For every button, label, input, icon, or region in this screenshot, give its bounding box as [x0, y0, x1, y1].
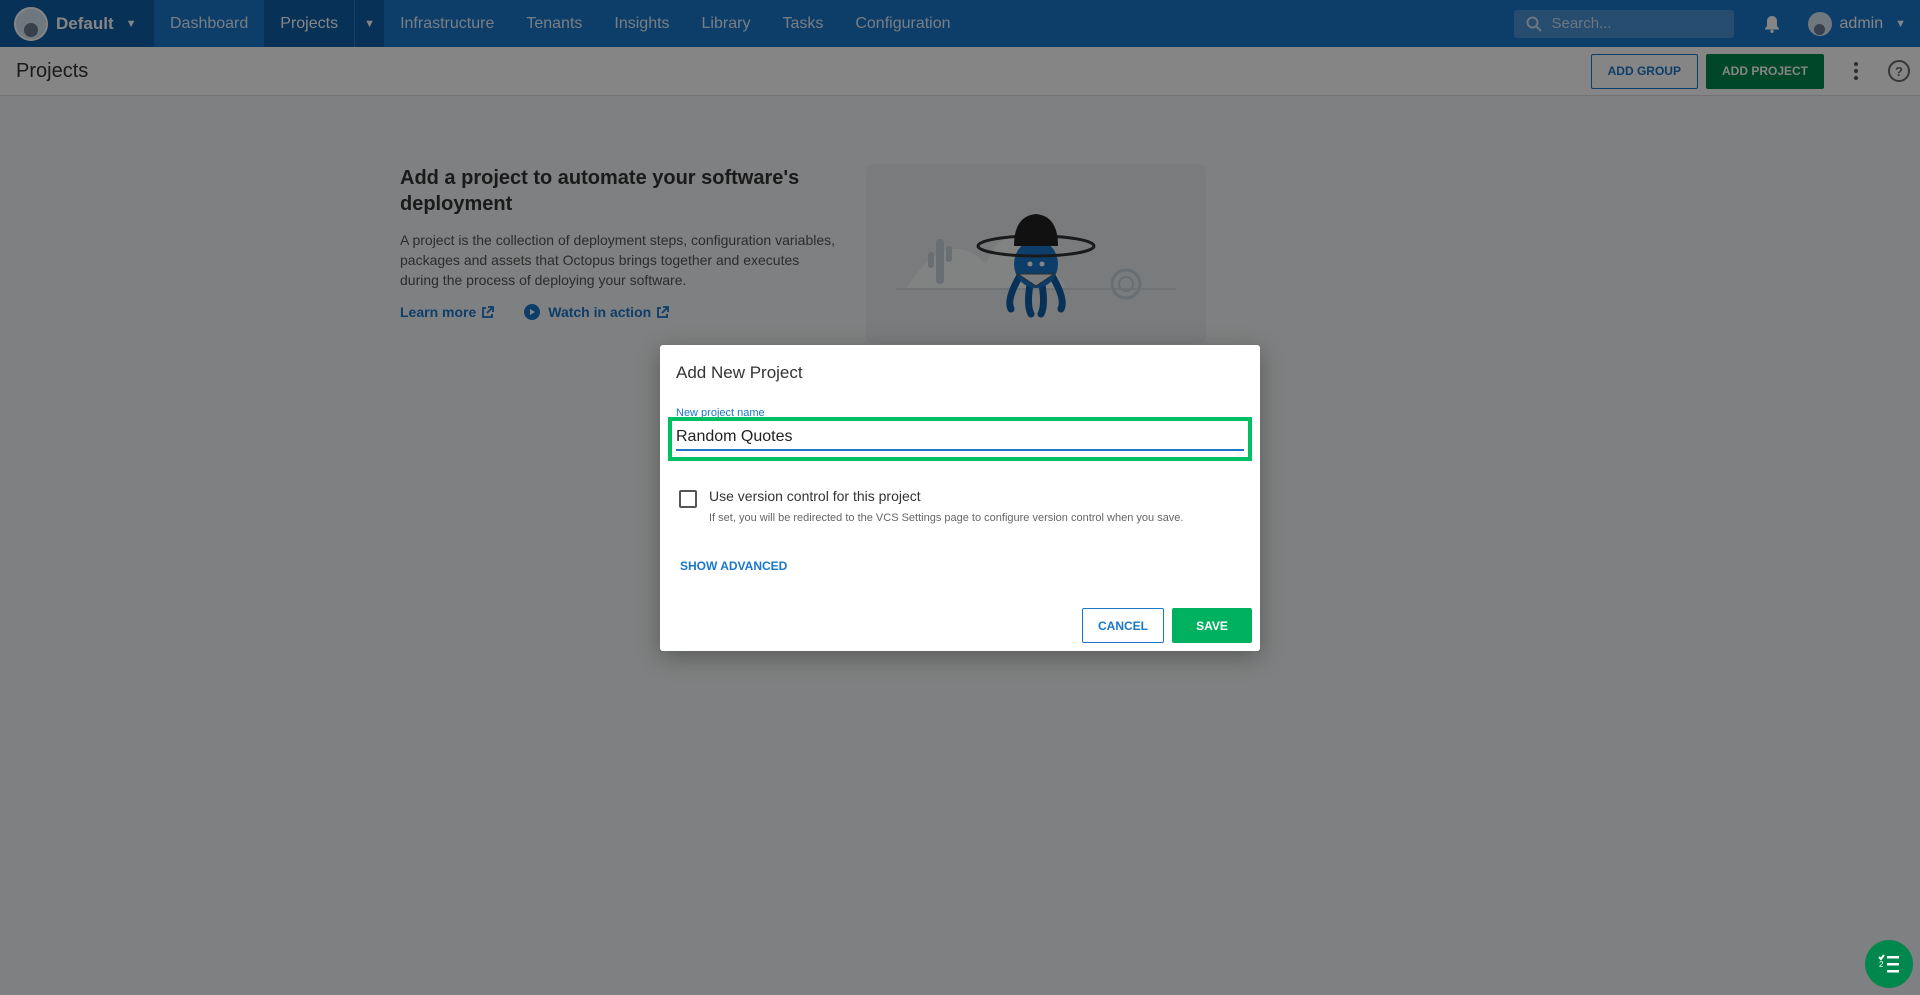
- version-control-checkbox[interactable]: [679, 490, 697, 508]
- version-control-text: Use version control for this project If …: [709, 488, 1183, 524]
- show-advanced-link[interactable]: SHOW ADVANCED: [680, 559, 787, 573]
- project-name-field-highlight: [668, 417, 1252, 461]
- project-name-input[interactable]: [676, 425, 1244, 451]
- checklist-icon[interactable]: 2: [1865, 940, 1913, 988]
- dialog-actions: CANCEL SAVE: [1082, 608, 1252, 643]
- cancel-button[interactable]: CANCEL: [1082, 608, 1164, 643]
- version-control-row: Use version control for this project If …: [679, 488, 1183, 524]
- svg-text:2: 2: [1879, 960, 1884, 969]
- version-control-help: If set, you will be redirected to the VC…: [709, 512, 1184, 524]
- version-control-label: Use version control for this project: [709, 488, 921, 504]
- add-project-dialog: Add New Project New project name Use ver…: [660, 345, 1260, 651]
- save-button[interactable]: SAVE: [1172, 608, 1252, 643]
- dialog-title: Add New Project: [676, 363, 803, 382]
